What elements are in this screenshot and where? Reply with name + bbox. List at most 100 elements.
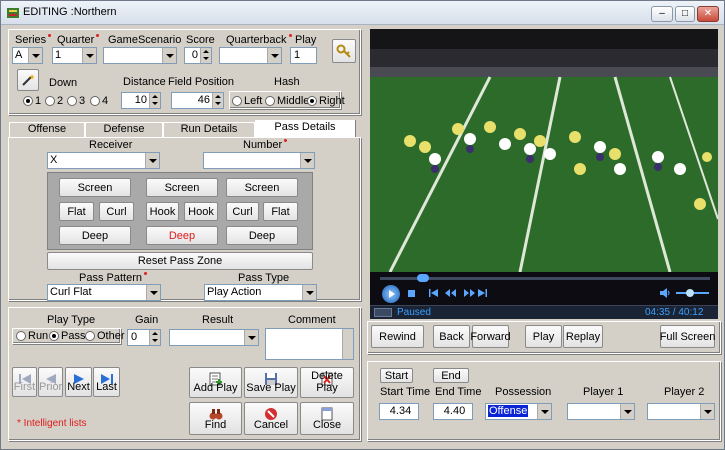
next-button[interactable]: Next [65, 367, 92, 397]
delete-play-button[interactable]: Delete Play [300, 367, 354, 398]
transport-icons[interactable] [428, 288, 488, 298]
close-label: Close [312, 419, 342, 431]
tab-run-details[interactable]: Run Details [163, 122, 255, 137]
receiver-select[interactable]: X [47, 152, 160, 169]
distance-spinner[interactable]: 10 [121, 92, 161, 109]
spinner-arrows-icon[interactable] [212, 93, 223, 108]
first-button[interactable]: First [12, 367, 37, 397]
comment-scrollbar[interactable] [342, 329, 353, 359]
gamescenario-label: GameScenario [108, 34, 182, 46]
close-button[interactable]: Close [300, 402, 354, 435]
seek-track[interactable] [380, 277, 710, 280]
quarterback-select[interactable] [219, 47, 282, 64]
zone-hook-left[interactable]: Hook [146, 202, 179, 221]
save-play-button[interactable]: Save Play [244, 367, 298, 398]
zone-curl-left[interactable]: Curl [99, 202, 134, 221]
video-frame[interactable] [370, 29, 718, 272]
number-select[interactable] [203, 152, 315, 169]
zone-hook-right[interactable]: Hook [184, 202, 218, 221]
key-button[interactable] [332, 39, 356, 63]
close-window-button[interactable]: ✕ [697, 6, 719, 22]
result-select[interactable] [169, 329, 259, 346]
zone-deep-left[interactable]: Deep [59, 226, 131, 245]
replay-button[interactable]: Replay [563, 325, 603, 348]
add-play-button[interactable]: Add Play [189, 367, 242, 398]
gamescenario-select[interactable] [103, 47, 177, 64]
pass-type-value: Play Action [207, 286, 262, 298]
tab-pass-details[interactable]: Pass Details [255, 120, 355, 138]
prior-button[interactable]: Prior [38, 367, 63, 397]
hash-radio-middle[interactable] [265, 96, 275, 106]
player2-label: Player 2 [664, 386, 705, 398]
zone-deep-right[interactable]: Deep [226, 226, 298, 245]
down-option-label: 4 [102, 95, 109, 107]
zone-flat-right[interactable]: Flat [263, 202, 298, 221]
zone-deep-middle[interactable]: Deep [146, 226, 218, 245]
quarter-select[interactable]: 1 [52, 47, 97, 64]
add-play-label: Add Play [193, 382, 238, 394]
tab-offense[interactable]: Offense [9, 122, 85, 137]
score-spinner[interactable]: 0 [184, 47, 212, 64]
cancel-button[interactable]: Cancel [244, 402, 298, 435]
clip-panel [367, 361, 721, 441]
chevron-down-icon [145, 153, 159, 168]
window-title: EDITING :Northern [23, 6, 117, 18]
player1-select[interactable] [567, 403, 635, 420]
series-select[interactable]: A [12, 47, 43, 64]
down-option-label: 3 [79, 95, 86, 107]
spinner-arrows-icon[interactable] [200, 48, 211, 63]
spinner-arrows-icon[interactable] [149, 93, 160, 108]
play-type-radio-other[interactable] [85, 331, 95, 341]
series-value: A [15, 49, 23, 61]
zone-screen-right[interactable]: Screen [226, 178, 298, 197]
volume-icon[interactable] [659, 288, 671, 298]
start-time-field[interactable]: 4.34 [379, 403, 419, 420]
zone-curl-right[interactable]: Curl [226, 202, 259, 221]
minimize-button[interactable]: – [651, 6, 673, 22]
play-type-radio-run[interactable] [16, 331, 26, 341]
full-screen-button[interactable]: Full Screen [660, 325, 715, 348]
end-button[interactable]: End [433, 368, 469, 383]
forward-button[interactable]: Forward [470, 325, 511, 348]
player2-select[interactable] [647, 403, 715, 420]
pass-pattern-select[interactable]: Curl Flat [47, 284, 161, 301]
hash-radio-left[interactable] [232, 96, 242, 106]
down-radio-1[interactable] [23, 96, 33, 106]
pass-type-select[interactable]: Play Action [204, 284, 317, 301]
chevron-down-icon [300, 153, 314, 168]
play-type-option-label: Pass [61, 330, 86, 342]
pass-pattern-value: Curl Flat [50, 286, 92, 298]
tab-defense[interactable]: Defense [85, 122, 163, 137]
play-icon[interactable] [382, 285, 400, 303]
wand-button[interactable] [17, 69, 39, 91]
chevron-down-icon [146, 285, 160, 300]
end-time-field[interactable]: 4.40 [433, 403, 473, 420]
zone-screen-middle[interactable]: Screen [146, 178, 218, 197]
last-button[interactable]: Last [93, 367, 120, 397]
start-button[interactable]: Start [380, 368, 413, 383]
back-button[interactable]: Back [433, 325, 470, 348]
volume-thumb[interactable] [686, 289, 694, 297]
down-radio-4[interactable] [90, 96, 100, 106]
play-type-radio-pass[interactable] [49, 331, 59, 341]
zone-flat-left[interactable]: Flat [59, 202, 94, 221]
rewind-button[interactable]: Rewind [371, 325, 424, 348]
field-position-spinner[interactable]: 46 [171, 92, 224, 109]
spinner-arrows-icon[interactable] [149, 330, 160, 345]
field-position-value: 46 [197, 94, 210, 106]
play-button[interactable]: Play [525, 325, 562, 348]
down-option-label: 2 [57, 95, 64, 107]
gain-spinner[interactable]: 0 [127, 329, 161, 346]
play-number-field[interactable]: 1 [290, 47, 317, 64]
possession-select[interactable]: Offense [485, 403, 552, 420]
hash-radio-right[interactable] [307, 96, 317, 106]
comment-textarea[interactable] [265, 328, 354, 360]
find-button[interactable]: Find [189, 402, 242, 435]
down-radio-2[interactable] [45, 96, 55, 106]
stop-icon[interactable] [408, 290, 415, 297]
zone-screen-left[interactable]: Screen [59, 178, 131, 197]
maximize-button[interactable]: □ [675, 6, 695, 22]
seek-thumb[interactable] [417, 274, 429, 282]
reset-pass-zone-button[interactable]: Reset Pass Zone [47, 252, 313, 270]
down-radio-3[interactable] [67, 96, 77, 106]
